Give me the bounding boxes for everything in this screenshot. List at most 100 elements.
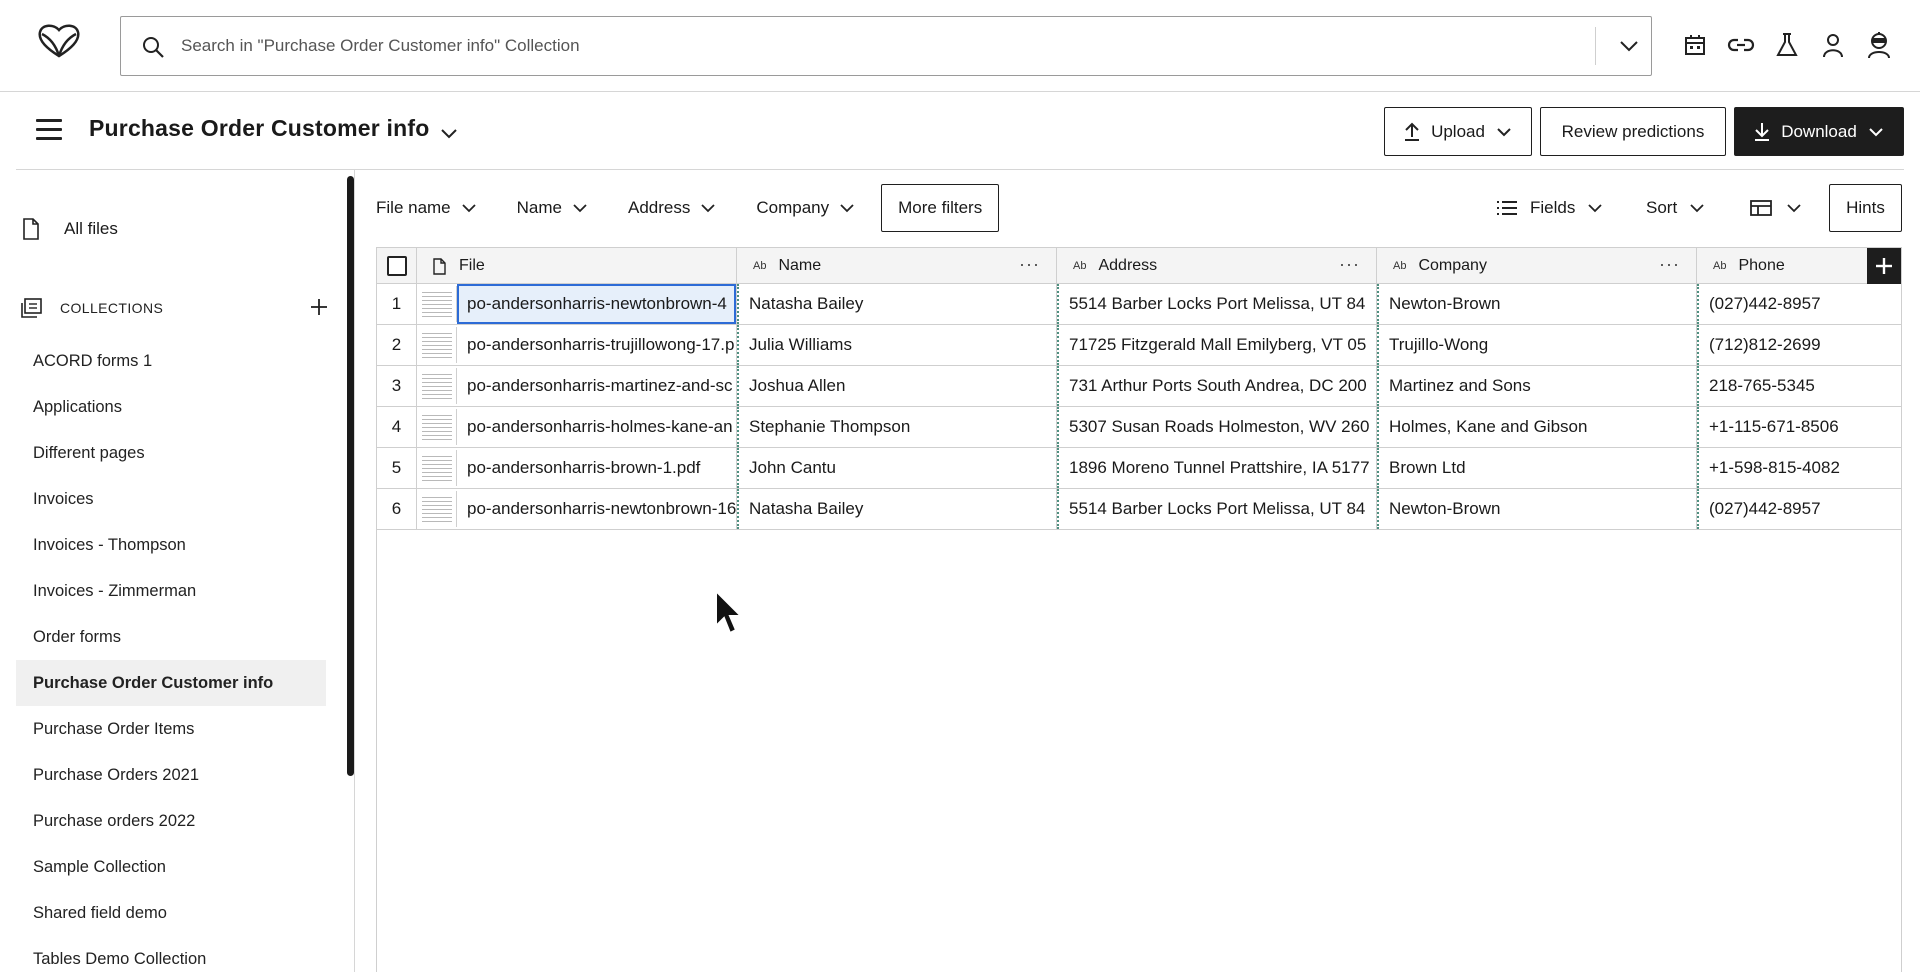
row-number-cell: 1 (377, 284, 417, 324)
sidebar-collection-item[interactable]: Different pages (16, 430, 326, 476)
sort-button[interactable]: Sort (1646, 184, 1705, 232)
name-cell[interactable]: Natasha Bailey (737, 489, 1057, 529)
document-thumbnail[interactable] (417, 491, 457, 527)
sidebar-collection-item[interactable]: Sample Collection (16, 844, 326, 890)
column-header-name[interactable]: Ab Name ··· (737, 248, 1057, 284)
document-thumbnail[interactable] (417, 450, 457, 486)
more-options-icon[interactable]: ··· (1339, 255, 1360, 273)
name-cell[interactable]: Stephanie Thompson (737, 407, 1057, 447)
file-cell[interactable]: po-andersonharris-holmes-kane-an (457, 407, 737, 447)
review-predictions-label: Review predictions (1561, 121, 1705, 141)
name-cell[interactable]: Julia Williams (737, 325, 1057, 365)
chevron-down-icon (701, 204, 716, 213)
calendar-icon[interactable] (1680, 30, 1710, 60)
robot-icon[interactable] (1864, 30, 1894, 60)
sidebar-collection-item[interactable]: Invoices - Thompson (16, 522, 326, 568)
document-thumbnail[interactable] (417, 368, 457, 404)
company-cell[interactable]: Newton-Brown (1377, 284, 1697, 324)
filter-name[interactable]: Name (517, 184, 588, 232)
sidebar-collection-item[interactable]: Shared field demo (16, 890, 326, 936)
search-input[interactable] (181, 27, 1661, 65)
thumbnail-page (422, 494, 452, 524)
address-cell[interactable]: 71725 Fitzgerald Mall Emilyberg, VT 05 (1057, 325, 1377, 365)
more-options-icon[interactable]: ··· (1019, 255, 1040, 273)
filter-file-name[interactable]: File name (376, 184, 477, 232)
phone-cell[interactable]: 218-765-5345 (1697, 366, 1901, 406)
column-header-company[interactable]: Ab Company ··· (1377, 248, 1697, 284)
company-cell[interactable]: Trujillo-Wong (1377, 325, 1697, 365)
address-cell[interactable]: 5514 Barber Locks Port Melissa, UT 84 (1057, 284, 1377, 324)
add-collection-icon[interactable] (308, 296, 330, 318)
table-row[interactable]: 5 po-andersonharris-brown-1.pdf John Cantu… (377, 448, 1901, 489)
filter-address[interactable]: Address (628, 184, 716, 232)
more-options-icon[interactable]: ··· (1659, 255, 1680, 273)
company-cell[interactable]: Holmes, Kane and Gibson (1377, 407, 1697, 447)
user-icon[interactable] (1818, 30, 1848, 60)
review-predictions-button[interactable]: Review predictions (1540, 107, 1726, 156)
table-row[interactable]: 1 po-andersonharris-newtonbrown-4 Natasha … (377, 284, 1901, 325)
chevron-down-icon[interactable] (1615, 34, 1643, 58)
company-cell[interactable]: Brown Ltd (1377, 448, 1697, 488)
sidebar-collection-item[interactable]: Applications (16, 384, 326, 430)
hints-button[interactable]: Hints (1829, 184, 1902, 232)
file-cell[interactable]: po-andersonharris-trujillowong-17.p (457, 325, 737, 365)
address-cell[interactable]: 731 Arthur Ports South Andrea, DC 200 (1057, 366, 1377, 406)
phone-cell[interactable]: (027)442-8957 (1697, 284, 1901, 324)
row-number-cell: 4 (377, 407, 417, 447)
filter-company[interactable]: Company (756, 184, 855, 232)
address-cell[interactable]: 5514 Barber Locks Port Melissa, UT 84 (1057, 489, 1377, 529)
sidebar-item-all-files[interactable]: All files (22, 218, 118, 240)
app-logo[interactable] (36, 22, 82, 62)
table-row[interactable]: 2 po-andersonharris-trujillowong-17.p Juli… (377, 325, 1901, 366)
sidebar-scrollbar[interactable] (347, 176, 354, 776)
all-files-label: All files (64, 219, 118, 238)
sidebar-collection-item[interactable]: Purchase Orders 2021 (16, 752, 326, 798)
view-toggle-button[interactable] (1750, 184, 1802, 232)
company-cell[interactable]: Newton-Brown (1377, 489, 1697, 529)
company-cell[interactable]: Martinez and Sons (1377, 366, 1697, 406)
sidebar-collection-item[interactable]: ACORD forms 1 (16, 338, 326, 384)
file-cell[interactable]: po-andersonharris-newtonbrown-16 (457, 489, 737, 529)
select-all-checkbox[interactable] (386, 256, 407, 276)
more-filters-button[interactable]: More filters (881, 184, 1000, 232)
file-cell[interactable]: po-andersonharris-newtonbrown-4 (457, 284, 737, 324)
sidebar-collection-item[interactable]: Purchase Order Customer info (16, 660, 326, 706)
sidebar-collection-item[interactable]: Purchase Order Items (16, 706, 326, 752)
table-row[interactable]: 3 po-andersonharris-martinez-and-sc Joshua… (377, 366, 1901, 407)
phone-cell[interactable]: (027)442-8957 (1697, 489, 1901, 529)
upload-button[interactable]: Upload (1384, 107, 1532, 156)
table-row[interactable]: 6 po-andersonharris-newtonbrown-16 Natasha… (377, 489, 1901, 530)
file-cell[interactable]: po-andersonharris-brown-1.pdf (457, 448, 737, 488)
upload-label: Upload (1431, 121, 1485, 141)
fields-button[interactable]: Fields (1496, 184, 1603, 232)
link-icon[interactable] (1726, 30, 1756, 60)
phone-cell[interactable]: (712)812-2699 (1697, 325, 1901, 365)
flask-icon[interactable] (1772, 30, 1802, 60)
sidebar-collection-item[interactable]: Purchase orders 2022 (16, 798, 326, 844)
menu-icon[interactable] (36, 119, 62, 141)
sidebar-collection-item[interactable]: Invoices - Zimmerman (16, 568, 326, 614)
table-row[interactable]: 4 po-andersonharris-holmes-kane-an Stephan… (377, 407, 1901, 448)
name-cell[interactable]: Natasha Bailey (737, 284, 1057, 324)
download-button[interactable]: Download (1734, 107, 1904, 156)
name-cell[interactable]: Joshua Allen (737, 366, 1057, 406)
phone-cell[interactable]: +1-598-815-4082 (1697, 448, 1901, 488)
thumbnail-page (422, 453, 452, 483)
file-cell[interactable]: po-andersonharris-martinez-and-sc (457, 366, 737, 406)
column-title: File (459, 257, 485, 274)
document-thumbnail[interactable] (417, 286, 457, 322)
column-header-address[interactable]: Ab Address ··· (1057, 248, 1377, 284)
phone-cell[interactable]: +1-115-671-8506 (1697, 407, 1901, 447)
add-column-button[interactable] (1867, 248, 1901, 284)
address-cell[interactable]: 1896 Moreno Tunnel Prattshire, IA 5177 (1057, 448, 1377, 488)
sidebar-collection-item[interactable]: Invoices (16, 476, 326, 522)
document-thumbnail[interactable] (417, 409, 457, 445)
sidebar-collection-item[interactable]: Order forms (16, 614, 326, 660)
address-cell[interactable]: 5307 Susan Roads Holmeston, WV 260 (1057, 407, 1377, 447)
search-icon (141, 35, 165, 59)
sidebar-collection-item[interactable]: Tables Demo Collection (16, 936, 326, 972)
chevron-down-icon[interactable] (438, 123, 460, 145)
column-header-file[interactable]: File (417, 248, 737, 284)
name-cell[interactable]: John Cantu (737, 448, 1057, 488)
document-thumbnail[interactable] (417, 327, 457, 363)
